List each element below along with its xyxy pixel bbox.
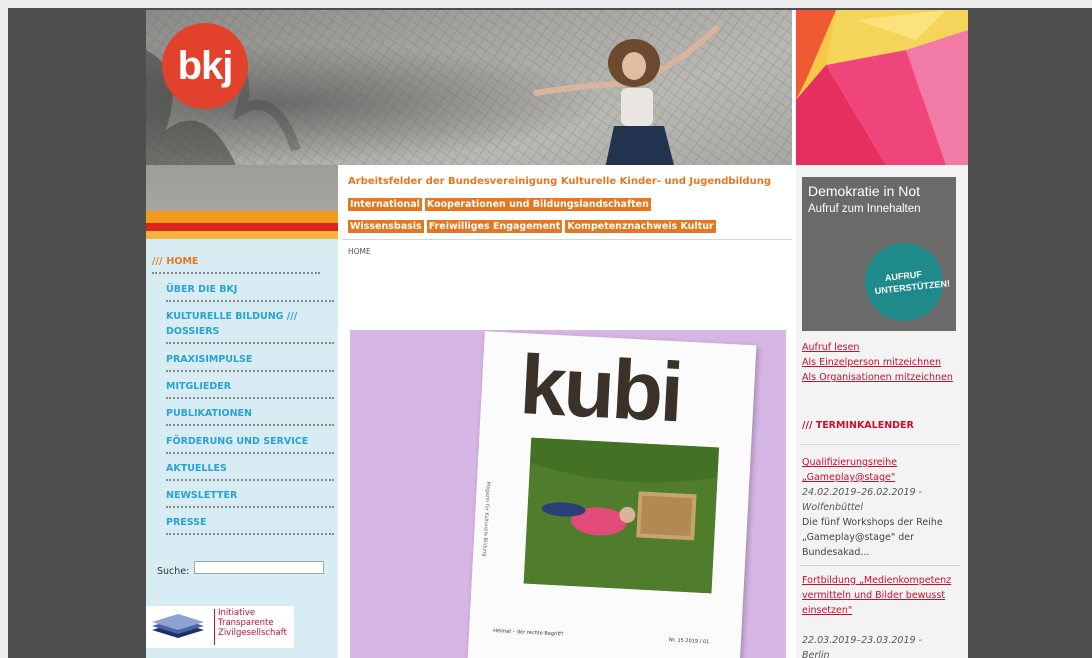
stripe-orange (146, 211, 338, 223)
arbeitsfelder-block: Arbeitsfelder der Bundesvereinigung Kult… (344, 172, 792, 236)
kubi-magazine-cover: kubi Magazin für Kulturelle Bildung Heim… (467, 331, 757, 658)
nav-item-praxisimpulse[interactable]: Praxisimpulse (166, 352, 334, 372)
terminkalender-heading: /// TERMINKALENDER (802, 420, 914, 431)
nav-item-label: Praxisimpulse (166, 354, 253, 365)
nav-item-foerderung-und-service[interactable]: Förderung und Service (166, 434, 334, 454)
aufruf-unterstuetzen-button[interactable]: AUFRUF UNTERSTÜTZEN! (861, 239, 950, 325)
event-date: 24.02.2019–26.02.2019 - (802, 487, 922, 498)
link-aufruf-lesen[interactable]: Aufruf lesen (802, 342, 859, 353)
nav-item-label: Mitglieder (166, 381, 232, 392)
tag-kooperationen[interactable]: Kooperationen und Bildungslandschaften (424, 198, 651, 211)
divider (342, 239, 792, 240)
nav-item-newsletter[interactable]: Newsletter (166, 488, 334, 508)
header-photo-extension (146, 165, 338, 211)
nav-item-label: Über die BKJ (166, 284, 238, 295)
arbeitsfelder-title: Arbeitsfelder der Bundesvereinigung Kult… (348, 176, 771, 187)
nav-item-label: Newsletter (166, 490, 238, 501)
nav-item-label: Kulturelle Bildung /// Dossiers (166, 311, 298, 337)
bkj-logo[interactable]: bkj (162, 23, 248, 109)
magazine-footer-right: Nr. 15 2019 / 01 (668, 637, 710, 646)
link-einzelperson-mitzeichnen[interactable]: Als Einzelperson mitzeichnen (802, 357, 941, 368)
divider (800, 444, 960, 445)
event-teaser: Die fünf Workshops der Reihe „Gameplay@s… (802, 517, 943, 558)
itz-text: Initiative Transparente Zivilgesellschaf… (218, 608, 287, 638)
nav-home-prefix: /// (152, 256, 163, 267)
nav-item-label: Publikationen (166, 408, 252, 419)
arbeitsfelder-row-1: International Kooperationen und Bildungsl… (348, 192, 792, 211)
tag-freiwilliges-engagement[interactable]: Freiwilliges Engagement (426, 220, 563, 233)
event-date: 22.03.2019–23.03.2019 - (802, 635, 922, 646)
search-input[interactable] (194, 561, 324, 574)
arbeitsfelder-row-2: Wissensbasis Freiwilliges Engagement Kompe… (348, 214, 792, 233)
magazine-title: kubi (517, 337, 684, 440)
event-place: Berlin (802, 650, 830, 658)
nav-item-kulturelle-bildung-dossiers[interactable]: Kulturelle Bildung /// Dossiers (166, 309, 334, 344)
nav-item-aktuelles[interactable]: Aktuelles (166, 461, 334, 481)
nav-item-label: Presse (166, 517, 207, 528)
divider (800, 565, 960, 566)
tag-wissensbasis[interactable]: Wissensbasis (348, 220, 424, 233)
event-place: Wolfenbüttel (802, 502, 864, 513)
demokratie-subtitle: Aufruf zum Innehalten (808, 203, 921, 215)
event-title[interactable]: Fortbildung „Medienkompetenz vermitteln … (802, 573, 958, 618)
nav-item-label: Aktuelles (166, 463, 227, 474)
stripe-red (146, 223, 338, 231)
magazine-footer-left: Heimat – der rechte Begriff? (492, 627, 564, 638)
magazine-side-text: Magazin für Kulturelle Bildung (481, 481, 491, 557)
nav-item-ueber-die-bkj[interactable]: Über die BKJ (166, 282, 334, 302)
magazine-photo (523, 437, 720, 594)
nav-item-label: Förderung und Service (166, 436, 309, 447)
link-organisationen-mitzeichnen[interactable]: Als Organisationen mitzeichnen (802, 372, 953, 383)
nav-item-mitglieder[interactable]: Mitglieder (166, 379, 334, 399)
event-title[interactable]: Qualifizierungsreihe „Gameplay@stage" (802, 455, 958, 485)
search-label: Suche: (157, 566, 190, 577)
layers-icon (152, 614, 204, 638)
kubi-teaser[interactable]: kubi Magazin für Kulturelle Bildung Heim… (350, 330, 786, 658)
nav-item-label: Home (166, 256, 199, 267)
paper-art-image (796, 10, 968, 165)
nav-item-home[interactable]: ///Home (152, 254, 320, 274)
page-wrapper: bkj Arbeitsfelder der Bundesvereinigung … (146, 10, 968, 658)
demokratie-in-not-banner[interactable]: Demokratie in Not Aufruf zum Innehalten … (802, 177, 956, 331)
demokratie-title: Demokratie in Not (808, 183, 921, 199)
stripe-yellow (146, 231, 338, 239)
nav-item-publikationen[interactable]: Publikationen (166, 406, 334, 426)
tag-international[interactable]: International (348, 198, 422, 211)
girl-jumping-photo (533, 25, 719, 165)
itz-logo[interactable]: Initiative Transparente Zivilgesellschaf… (146, 606, 294, 648)
nav-item-presse[interactable]: Presse (166, 515, 334, 535)
breadcrumb[interactable]: HOME (348, 247, 371, 256)
tag-kompetenznachweis[interactable]: Kompetenznachweis Kultur (565, 220, 716, 233)
header-photo: bkj (146, 10, 792, 165)
left-sidebar: ///Home Über die BKJ Kulturelle Bildung … (146, 239, 338, 658)
